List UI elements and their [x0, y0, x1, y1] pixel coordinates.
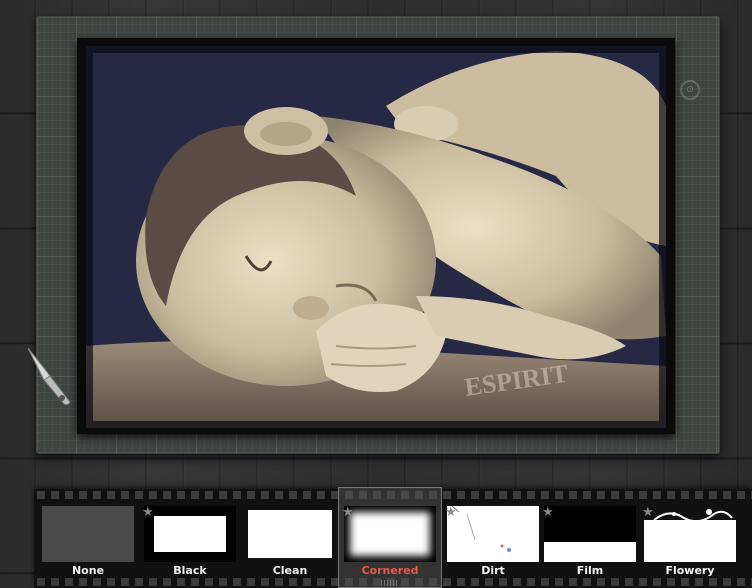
- frame-option-film[interactable]: ★ Film: [540, 506, 636, 578]
- frame-thumbnail: [344, 506, 436, 562]
- frame-label: Dirt: [481, 564, 505, 577]
- frame-thumbnail: [144, 506, 236, 562]
- frame-thumbnail: [447, 506, 539, 562]
- frame-label: Black: [173, 564, 207, 577]
- filmstrip-grip-handle[interactable]: [381, 580, 399, 586]
- frame-option-black[interactable]: ★ Black: [140, 506, 236, 578]
- frame-thumbnail: [42, 506, 134, 562]
- frame-thumbnail: [644, 506, 736, 562]
- frame-label: Clean: [272, 564, 308, 577]
- frame-label: Film: [576, 564, 604, 577]
- frame-option-flowery[interactable]: ★ Flowery: [640, 506, 736, 578]
- frame-option-none[interactable]: None: [38, 506, 134, 578]
- mat-logo-icon: ⊙: [680, 80, 700, 100]
- frame-thumbnail: [544, 506, 636, 562]
- photo-image: ESPIRIT: [86, 46, 666, 428]
- star-icon[interactable]: ★: [142, 506, 156, 520]
- frame-label: Cornered: [361, 564, 419, 577]
- star-icon[interactable]: ★: [642, 506, 656, 520]
- frame-option-cornered[interactable]: ★ Cornered: [340, 506, 436, 578]
- star-icon[interactable]: ★: [342, 506, 356, 520]
- frame-option-clean[interactable]: Clean: [240, 506, 336, 578]
- frame-label: None: [71, 564, 105, 577]
- star-icon[interactable]: ★: [542, 506, 556, 520]
- flowery-ornament: [644, 506, 736, 523]
- photo-canvas[interactable]: ESPIRIT: [86, 46, 666, 428]
- frame-thumbnail: [244, 506, 336, 562]
- frame-label: Flowery: [665, 564, 715, 577]
- frame-option-dirt[interactable]: ★ Dirt: [443, 506, 539, 578]
- star-icon[interactable]: ★: [445, 506, 459, 520]
- dirt-texture: [451, 506, 511, 552]
- craft-knife-icon[interactable]: [26, 346, 72, 408]
